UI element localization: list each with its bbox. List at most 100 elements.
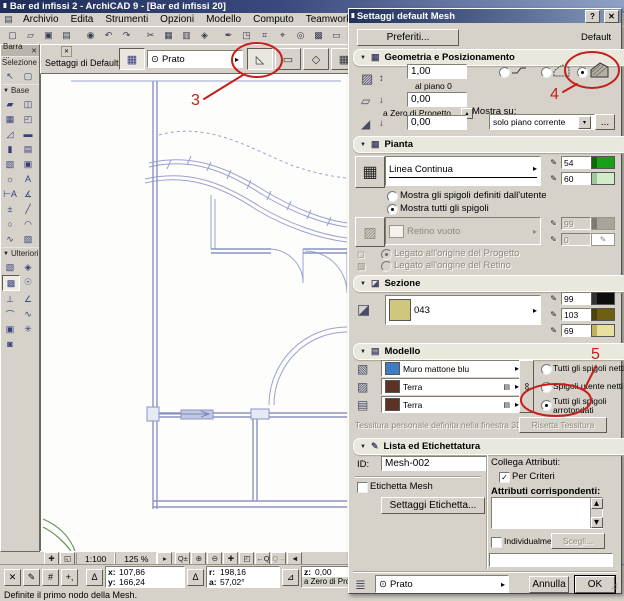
- base-section-header[interactable]: ▼ Base: [1, 84, 39, 96]
- cut-icon[interactable]: ✂: [142, 29, 159, 42]
- mostra-su-combo[interactable]: solo piano corrente ▾: [489, 114, 595, 130]
- delta-xy-toggle[interactable]: Δ: [86, 569, 103, 586]
- beam-tool[interactable]: ▬: [20, 127, 36, 141]
- hotspot-tool[interactable]: ✳: [20, 322, 36, 336]
- markup-pen-icon[interactable]: ✒: [220, 29, 237, 42]
- contour-pen-color[interactable]: [591, 172, 615, 185]
- camera-tool[interactable]: ◙: [2, 337, 18, 351]
- base-elevation-field[interactable]: 0,00: [407, 92, 467, 107]
- angle-dimension-tool[interactable]: ∡: [20, 187, 36, 201]
- contour-pen-field[interactable]: 60: [561, 172, 591, 185]
- menu-archivio[interactable]: Archivio: [17, 14, 65, 25]
- solid-body-radio[interactable]: [577, 67, 588, 78]
- close-icon[interactable]: ✕: [61, 46, 72, 57]
- print-icon[interactable]: ▤: [58, 29, 75, 42]
- roof-tool[interactable]: ◿: [2, 127, 18, 141]
- cut-fill-popup[interactable]: 043 ▸: [385, 295, 541, 325]
- user-edges-radio[interactable]: [387, 191, 398, 202]
- circle-tool[interactable]: ○: [2, 217, 18, 231]
- fill-popup-disabled[interactable]: Retino vuoto ▸: [385, 217, 541, 245]
- surface-only-radio[interactable]: [499, 67, 510, 78]
- per-criteri-checkbox[interactable]: ✓: [499, 472, 510, 483]
- door-tool[interactable]: ◫: [20, 97, 36, 111]
- level-dimension-tool[interactable]: ±: [2, 202, 18, 216]
- redo-icon[interactable]: ↷: [118, 29, 135, 42]
- bottom-material-popup[interactable]: Terra ▤ ▸: [381, 396, 523, 413]
- line-tool[interactable]: ╱: [20, 202, 36, 216]
- new-document-icon[interactable]: ▢: [4, 29, 21, 42]
- top-material-popup[interactable]: Muro mattone blu ▸: [381, 360, 523, 377]
- dialog-layer-popup[interactable]: ⊙ Prato ▸: [375, 575, 509, 593]
- menu-computo[interactable]: Computo: [247, 14, 300, 25]
- etichetta-mesh-checkbox[interactable]: [357, 482, 368, 493]
- arc-tool[interactable]: ◠: [20, 217, 36, 231]
- cut-pen-field[interactable]: 99: [561, 292, 591, 305]
- lamp-tool[interactable]: ☼: [2, 172, 18, 186]
- criteria-field[interactable]: [489, 553, 613, 567]
- wall-tool[interactable]: ▰: [2, 97, 18, 111]
- grid-snap-icon[interactable]: #: [42, 569, 59, 586]
- xy-coordinates[interactable]: x:107,86 y:166,24: [105, 566, 185, 588]
- z-value[interactable]: 0,00: [315, 567, 332, 577]
- sharp-edges-radio[interactable]: [541, 364, 552, 375]
- origin-icon[interactable]: ✕: [4, 569, 21, 586]
- y-value[interactable]: 166,24: [119, 577, 145, 587]
- mesh-plan-icon-button[interactable]: ▦: [355, 156, 385, 188]
- x-value[interactable]: 107,86: [119, 567, 145, 577]
- attributi-listbox[interactable]: ▴ ▾: [491, 497, 603, 529]
- cut-bg-color[interactable]: [591, 324, 615, 337]
- freehand-tool[interactable]: ∿: [20, 307, 36, 321]
- marquee-tool[interactable]: ▢: [20, 69, 36, 83]
- mesh-pen-field[interactable]: 54: [561, 156, 591, 169]
- menu-opzioni[interactable]: Opzioni: [154, 14, 200, 25]
- z2-field[interactable]: 0,00: [407, 115, 467, 130]
- mesh-pen-color[interactable]: [591, 156, 615, 169]
- more-section-header[interactable]: ▼ Ulteriori: [1, 247, 39, 259]
- combo-arrow-icon[interactable]: ▾: [578, 116, 591, 129]
- suspend-group-icon[interactable]: ⌖: [274, 29, 291, 42]
- section-modello[interactable]: ▼ ▤ Modello: [353, 343, 624, 360]
- menu-modello[interactable]: Modello: [200, 14, 247, 25]
- annulla-button[interactable]: Annulla: [529, 576, 569, 593]
- close-icon[interactable]: ✕: [604, 10, 619, 23]
- zoom-percentage[interactable]: 125 %: [115, 553, 157, 564]
- fill-tool[interactable]: ▨: [20, 232, 36, 246]
- dimension-tool[interactable]: ⊢A: [2, 187, 18, 201]
- menu-strumenti[interactable]: Strumenti: [99, 14, 154, 25]
- chain-link-button[interactable]: ∞: [519, 360, 534, 413]
- fill-pen-field-disabled[interactable]: 99: [561, 217, 591, 230]
- ra-coordinates[interactable]: r:198,16 a:57,02°: [206, 566, 280, 588]
- document-window-icon[interactable]: ▤: [0, 13, 17, 26]
- side-material-popup[interactable]: Terra ▤ ▸: [381, 378, 523, 395]
- scroll-down-icon[interactable]: ▾: [591, 517, 603, 528]
- window-tool[interactable]: ▦: [2, 112, 18, 126]
- edit-selection-icon[interactable]: ◎: [292, 29, 309, 42]
- layer-popup[interactable]: ⊙ Prato ▸: [147, 50, 243, 68]
- dialog-titlebar[interactable]: III Settaggi default Mesh ? ✕: [349, 9, 621, 23]
- reset-texture-button-disabled[interactable]: Risetta Tessitura: [519, 417, 607, 433]
- more-options-button[interactable]: ...: [595, 114, 615, 130]
- open-icon[interactable]: ▱: [22, 29, 39, 42]
- mesh-tool[interactable]: ▩: [2, 275, 20, 291]
- fill-bg-pencil-chip[interactable]: ✎: [591, 233, 615, 246]
- all-edges-radio[interactable]: [387, 204, 398, 215]
- skylight-tool[interactable]: ◰: [20, 112, 36, 126]
- zone-tool[interactable]: ▧: [2, 260, 18, 274]
- elevation-dimension-tool[interactable]: ⊥: [2, 292, 18, 306]
- paste-icon[interactable]: ▥: [178, 29, 195, 42]
- a-value[interactable]: 57,02°: [220, 577, 245, 587]
- z-axis-icon[interactable]: ⊿: [282, 569, 299, 586]
- light-tool[interactable]: ☉: [20, 275, 36, 289]
- skirt-radio[interactable]: [541, 67, 552, 78]
- spline-tool[interactable]: ∿: [2, 232, 18, 246]
- find-select-icon[interactable]: ◉: [82, 29, 99, 42]
- fill-bg-field-disabled[interactable]: 0: [561, 233, 591, 246]
- detail-tool[interactable]: ◈: [20, 260, 36, 274]
- arrow-tool[interactable]: ↖: [2, 69, 18, 83]
- ok-button[interactable]: OK: [575, 576, 615, 593]
- close-icon[interactable]: ✕: [31, 47, 37, 55]
- polyline-tool[interactable]: ⌒: [2, 307, 18, 321]
- scegli-button-disabled[interactable]: Scegli...: [551, 533, 605, 549]
- geometry-rectangle-button[interactable]: ▭: [275, 48, 301, 70]
- gravity-icon[interactable]: +,: [61, 569, 78, 586]
